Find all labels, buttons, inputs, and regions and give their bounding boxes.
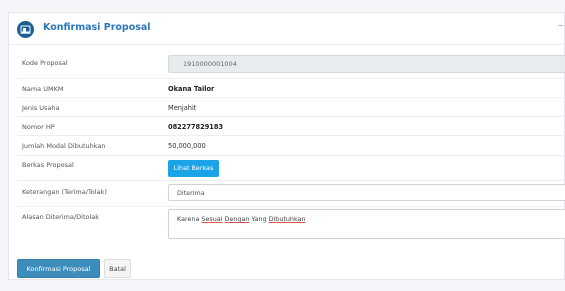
alasan-textarea[interactable]: Karena Sesuai Dengan Yang Dibutuhkan ◢ bbox=[168, 209, 565, 239]
jenis-usaha-value: Menjahit bbox=[168, 104, 197, 112]
kode-proposal-field: 1910000001004 bbox=[168, 55, 565, 73]
nomor-hp-value: 082277829183 bbox=[168, 123, 224, 131]
lihat-berkas-button[interactable]: Lihat Berkas bbox=[168, 160, 219, 177]
jenis-usaha-label: Jenis Usaha bbox=[22, 104, 60, 112]
row-nomor-hp: Nomor HP 082277829183 bbox=[17, 117, 565, 136]
keterangan-selected-value: Diterima bbox=[177, 189, 205, 197]
batal-button[interactable]: Batal bbox=[104, 259, 131, 278]
berkas-proposal-label: Berkas Proposal bbox=[22, 161, 74, 169]
row-jumlah-modal: Jumlah Modal Dibutuhkan 50,000,000 bbox=[17, 136, 565, 156]
konfirmasi-proposal-button[interactable]: Konfirmasi Proposal bbox=[17, 259, 100, 278]
alasan-text-part: Dibutuhkan bbox=[268, 215, 306, 223]
alasan-text-part: Dengan bbox=[224, 215, 250, 223]
card-footer: Konfirmasi Proposal Batal bbox=[9, 257, 565, 281]
alasan-text-part: Sesuai bbox=[201, 215, 223, 223]
keterangan-label: Keterangan (Terima/Tolak) bbox=[22, 188, 107, 196]
jumlah-modal-label: Jumlah Modal Dibutuhkan bbox=[22, 142, 106, 150]
row-kode-proposal: Kode Proposal 1910000001004 bbox=[17, 51, 565, 79]
proposal-card: Konfirmasi Proposal − Kode Proposal 1910… bbox=[8, 12, 565, 280]
keterangan-select[interactable]: Diterima ⌄ bbox=[168, 184, 565, 201]
alasan-label: Alasan Diterima/Ditolak bbox=[22, 213, 100, 221]
kode-proposal-label: Kode Proposal bbox=[22, 59, 68, 67]
alasan-text-part: Yang bbox=[249, 215, 269, 223]
row-nama-umkm: Nama UMKM Okana Tailor bbox=[17, 79, 565, 98]
row-jenis-usaha: Jenis Usaha Menjahit bbox=[17, 98, 565, 117]
nama-umkm-value: Okana Tailor bbox=[168, 85, 215, 93]
tailor-shop-icon bbox=[17, 21, 34, 38]
nama-umkm-label: Nama UMKM bbox=[22, 85, 64, 93]
collapse-icon[interactable]: − bbox=[557, 21, 564, 30]
jumlah-modal-value: 50,000,000 bbox=[168, 142, 206, 150]
row-berkas-proposal: Berkas Proposal Lihat Berkas bbox=[17, 156, 565, 181]
card-title: Konfirmasi Proposal bbox=[43, 22, 151, 33]
row-keterangan: Keterangan (Terima/Tolak) Diterima ⌄ bbox=[17, 181, 565, 207]
alasan-text-part: Karena bbox=[177, 215, 202, 223]
nomor-hp-label: Nomor HP bbox=[22, 123, 55, 131]
card-header: Konfirmasi Proposal − bbox=[9, 13, 565, 45]
row-alasan: Alasan Diterima/Ditolak Karena Sesuai De… bbox=[17, 207, 565, 249]
